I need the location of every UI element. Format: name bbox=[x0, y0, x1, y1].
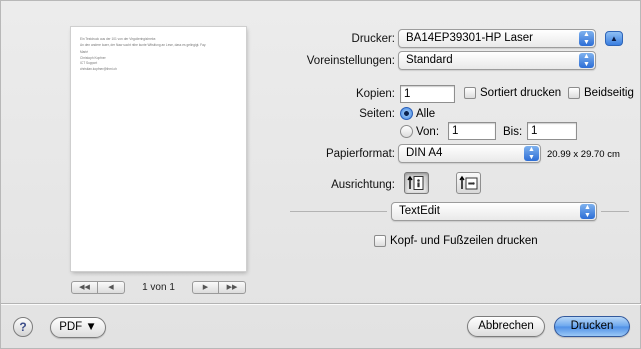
popup-arrows-icon: ▲ ▼ bbox=[579, 31, 594, 46]
landscape-button[interactable] bbox=[456, 172, 481, 194]
app-options-value: TextEdit bbox=[399, 205, 440, 217]
preview-line: christian.kopfner@thmi.ch bbox=[80, 67, 117, 72]
pages-label: Seiten: bbox=[359, 108, 395, 120]
copies-label: Kopien: bbox=[355, 88, 395, 100]
paper-size-select[interactable]: DIN A4 ▲ ▼ bbox=[398, 144, 541, 163]
preview-pager: ◀◀ ◀ 1 von 1 ▶ ▶▶ bbox=[71, 279, 246, 295]
collate-checkbox[interactable] bbox=[464, 87, 476, 99]
header-footer-label: Kopf- und Fußzeilen drucken bbox=[390, 235, 538, 247]
landscape-icon bbox=[459, 175, 478, 190]
duplex-label: Beidseitig bbox=[584, 87, 634, 99]
preview-line: An den andere Icaer, der Naw sucht nthe … bbox=[80, 43, 207, 48]
paper-dimensions: 20.99 x 29.70 cm bbox=[547, 149, 620, 160]
previous-page-button[interactable]: ◀ bbox=[98, 280, 125, 294]
presets-value: Standard bbox=[406, 54, 453, 66]
pages-to-field[interactable]: 1 bbox=[527, 122, 577, 140]
page-preview: Ein Testdruck aus der 101 von der Virgol… bbox=[71, 27, 246, 271]
pages-range-radio[interactable] bbox=[400, 125, 413, 138]
collapse-details-button[interactable]: ▲ bbox=[605, 31, 623, 46]
presets-select[interactable]: Standard ▲ ▼ bbox=[398, 51, 596, 70]
printer-select[interactable]: BA14EP39301-HP Laser ▲ ▼ bbox=[398, 29, 596, 48]
first-page-button[interactable]: ◀◀ bbox=[71, 280, 98, 294]
popup-arrows-icon: ▲ ▼ bbox=[579, 53, 594, 68]
help-button[interactable]: ? bbox=[13, 317, 33, 337]
header-footer-checkbox[interactable] bbox=[374, 235, 386, 247]
pages-all-radio[interactable] bbox=[400, 107, 413, 120]
copies-field[interactable]: 1 bbox=[400, 85, 455, 103]
pages-from-field[interactable]: 1 bbox=[448, 122, 496, 140]
print-button[interactable]: Drucken bbox=[554, 316, 630, 337]
last-page-button[interactable]: ▶▶ bbox=[219, 280, 246, 294]
preview-line: Marié bbox=[80, 49, 88, 54]
orientation-label: Ausrichtung: bbox=[331, 179, 395, 191]
cancel-button[interactable]: Abbrechen bbox=[467, 316, 545, 337]
preview-text: Ein Testdruck aus der 101 von der Virgol… bbox=[80, 37, 238, 74]
popup-arrows-icon: ▲ ▼ bbox=[524, 146, 539, 161]
pdf-menu-button[interactable]: PDF ▼ bbox=[50, 317, 106, 338]
print-dialog: Ein Testdruck aus der 101 von der Virgol… bbox=[0, 0, 641, 349]
section-divider bbox=[601, 211, 629, 212]
page-count-label: 1 von 1 bbox=[142, 281, 175, 293]
portrait-button[interactable] bbox=[404, 172, 429, 194]
next-page-button[interactable]: ▶ bbox=[192, 280, 219, 294]
section-divider bbox=[290, 211, 387, 212]
popup-arrows-icon: ▲ ▼ bbox=[580, 204, 595, 219]
pages-to-label: Bis: bbox=[503, 126, 523, 138]
printer-label: Drucker: bbox=[351, 33, 395, 45]
duplex-checkbox[interactable] bbox=[568, 87, 580, 99]
collate-label: Sortiert drucken bbox=[480, 87, 562, 99]
portrait-icon bbox=[407, 175, 424, 190]
pages-all-label: Alle bbox=[416, 108, 436, 120]
preview-line: Christoph Kopfner ICT Support bbox=[80, 56, 106, 65]
app-options-select[interactable]: TextEdit ▲ ▼ bbox=[391, 202, 597, 221]
presets-label: Voreinstellungen: bbox=[306, 55, 395, 67]
preview-line: Ein Testdruck aus der 101 von der Virgol… bbox=[80, 37, 157, 41]
footer-divider-highlight bbox=[1, 304, 641, 305]
pages-from-label: Von: bbox=[416, 126, 440, 138]
paper-label: Papierformat: bbox=[325, 148, 395, 160]
paper-size-value: DIN A4 bbox=[406, 147, 443, 159]
printer-value: BA14EP39301-HP Laser bbox=[406, 32, 534, 44]
